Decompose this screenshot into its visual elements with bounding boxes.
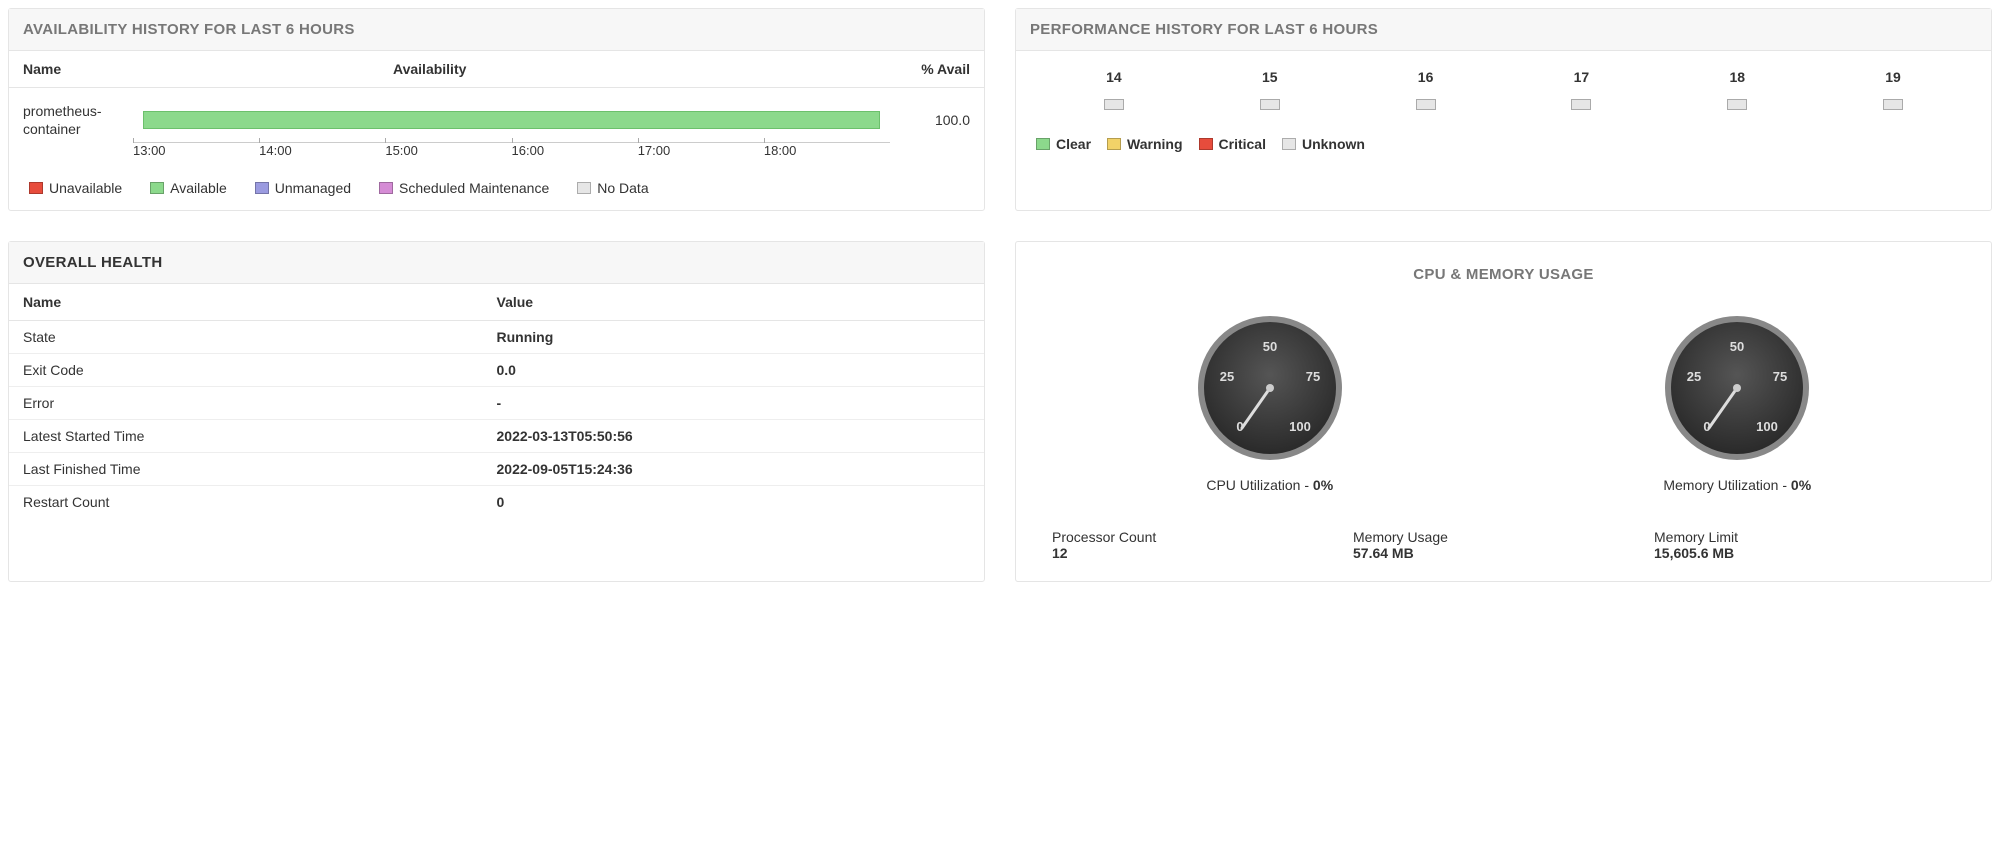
- health-panel: OVERALL HEALTH Name Value State Running …: [8, 241, 985, 582]
- memory-gauge-label: Memory Utilization - 0%: [1662, 477, 1812, 493]
- col-name: Name: [23, 61, 133, 77]
- swatch-icon: [1107, 138, 1121, 150]
- perf-status-box[interactable]: [1727, 99, 1747, 110]
- performance-boxes: [1036, 99, 1971, 110]
- perf-hour: 18: [1659, 69, 1815, 85]
- perf-hour: 15: [1192, 69, 1348, 85]
- perf-hour: 19: [1815, 69, 1971, 85]
- availability-bar-wrap: [133, 111, 890, 129]
- availability-pct: 100.0: [890, 112, 970, 128]
- perf-hour: 16: [1348, 69, 1504, 85]
- cpu-memory-title: CPU & MEMORY USAGE: [1036, 266, 1971, 283]
- perf-status-box[interactable]: [1260, 99, 1280, 110]
- svg-text:50: 50: [1730, 339, 1744, 354]
- swatch-icon: [150, 182, 164, 194]
- perf-hour: 17: [1503, 69, 1659, 85]
- swatch-icon: [29, 182, 43, 194]
- swatch-icon: [1199, 138, 1213, 150]
- swatch-icon: [577, 182, 591, 194]
- axis-tick: 15:00: [385, 143, 511, 162]
- axis-tick: 13:00: [133, 143, 259, 162]
- health-row-exitcode: Exit Code 0.0: [9, 354, 984, 387]
- health-row-finished: Last Finished Time 2022-09-05T15:24:36: [9, 453, 984, 486]
- availability-row: prometheus-container 100.0: [9, 88, 984, 142]
- stat-memory-limit: Memory Limit 15,605.6 MB: [1654, 529, 1955, 561]
- cpu-gauge-label: CPU Utilization - 0%: [1195, 477, 1345, 493]
- col-name: Name: [23, 294, 497, 310]
- cpu-memory-panel: CPU & MEMORY USAGE 0 25: [1015, 241, 1992, 582]
- legend-warning: Warning: [1107, 136, 1182, 152]
- memory-gauge-block: 0 25 50 75 100 Memory Utilization - 0%: [1662, 313, 1812, 493]
- cpu-gauge: 0 25 50 75 100: [1195, 313, 1345, 463]
- legend-unmanaged: Unmanaged: [255, 180, 351, 196]
- svg-text:25: 25: [1687, 369, 1701, 384]
- stat-processor-count: Processor Count 12: [1052, 529, 1353, 561]
- health-row-started: Latest Started Time 2022-03-13T05:50:56: [9, 420, 984, 453]
- svg-text:75: 75: [1306, 369, 1320, 384]
- legend-unknown: Unknown: [1282, 136, 1365, 152]
- legend-scheduled-maintenance: Scheduled Maintenance: [379, 180, 549, 196]
- stat-memory-usage: Memory Usage 57.64 MB: [1353, 529, 1654, 561]
- svg-text:100: 100: [1289, 419, 1311, 434]
- health-row-restart: Restart Count 0: [9, 486, 984, 518]
- legend-no-data: No Data: [577, 180, 648, 196]
- swatch-icon: [255, 182, 269, 194]
- performance-title: PERFORMANCE HISTORY FOR LAST 6 HOURS: [1016, 9, 1991, 51]
- availability-axis: 13:00 14:00 15:00 16:00 17:00 18:00: [133, 142, 890, 162]
- cpu-stats-row: Processor Count 12 Memory Usage 57.64 MB…: [1036, 529, 1971, 561]
- perf-status-box[interactable]: [1416, 99, 1436, 110]
- performance-legend: Clear Warning Critical Unknown: [1036, 136, 1971, 152]
- svg-text:75: 75: [1773, 369, 1787, 384]
- legend-unavailable: Unavailable: [29, 180, 122, 196]
- availability-columns: Name Availability % Avail: [9, 51, 984, 88]
- perf-hour: 14: [1036, 69, 1192, 85]
- availability-title: AVAILABILITY HISTORY FOR LAST 6 HOURS: [9, 9, 984, 51]
- axis-tick: 14:00: [259, 143, 385, 162]
- health-columns: Name Value: [9, 284, 984, 321]
- performance-panel: PERFORMANCE HISTORY FOR LAST 6 HOURS 14 …: [1015, 8, 1992, 211]
- legend-clear: Clear: [1036, 136, 1091, 152]
- cpu-gauge-block: 0 25 50 75 100 CPU Utilization - 0%: [1195, 313, 1345, 493]
- availability-legend: Unavailable Available Unmanaged Schedule…: [9, 162, 984, 210]
- health-row-error: Error -: [9, 387, 984, 420]
- axis-tick: 16:00: [512, 143, 638, 162]
- perf-status-box[interactable]: [1104, 99, 1124, 110]
- memory-gauge: 0 25 50 75 100: [1662, 313, 1812, 463]
- swatch-icon: [1282, 138, 1296, 150]
- availability-bar: [143, 111, 880, 129]
- swatch-icon: [379, 182, 393, 194]
- col-availability: Availability: [133, 61, 890, 77]
- performance-hours: 14 15 16 17 18 19: [1036, 69, 1971, 85]
- svg-text:50: 50: [1263, 339, 1277, 354]
- svg-text:100: 100: [1756, 419, 1778, 434]
- swatch-icon: [1036, 138, 1050, 150]
- perf-status-box[interactable]: [1571, 99, 1591, 110]
- resource-name: prometheus-container: [23, 102, 133, 138]
- axis-tick: 18:00: [764, 143, 890, 162]
- axis-tick: 17:00: [638, 143, 764, 162]
- health-row-state: State Running: [9, 321, 984, 354]
- legend-critical: Critical: [1199, 136, 1266, 152]
- col-pct: % Avail: [890, 61, 970, 77]
- legend-available: Available: [150, 180, 227, 196]
- availability-panel: AVAILABILITY HISTORY FOR LAST 6 HOURS Na…: [8, 8, 985, 211]
- col-value: Value: [497, 294, 971, 310]
- svg-text:25: 25: [1220, 369, 1234, 384]
- health-title: OVERALL HEALTH: [9, 242, 984, 284]
- perf-status-box[interactable]: [1883, 99, 1903, 110]
